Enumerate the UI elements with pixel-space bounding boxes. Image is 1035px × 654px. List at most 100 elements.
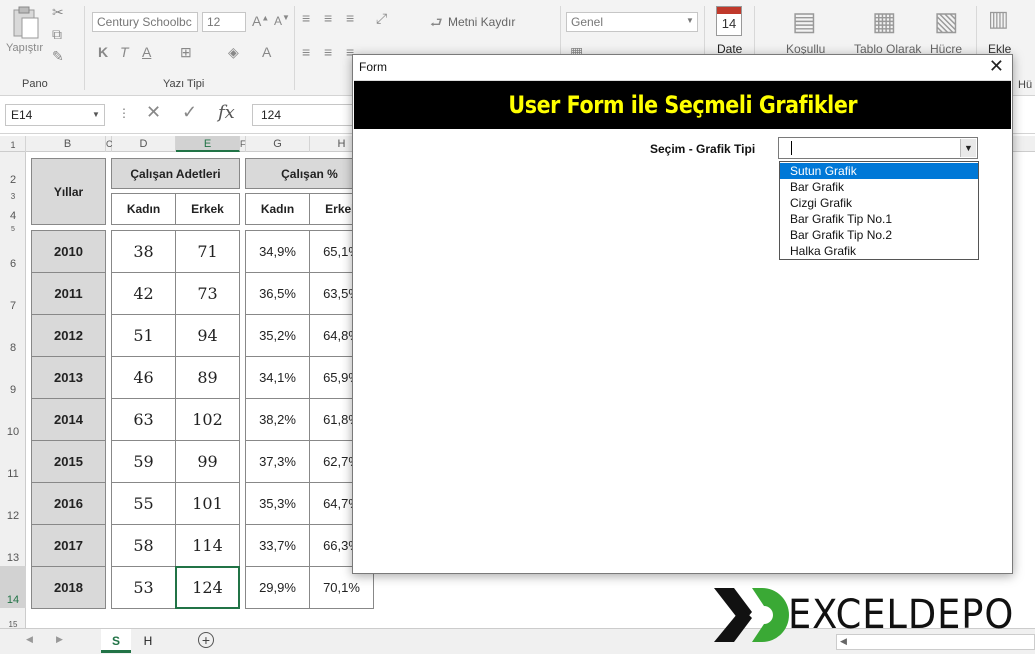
row-header[interactable]: 11	[0, 468, 26, 482]
female-pct-cell[interactable]: 29,9%	[245, 566, 310, 609]
year-cell[interactable]: 2018	[31, 566, 106, 609]
male-count-cell[interactable]: 71	[175, 230, 240, 273]
format-as-table-icon[interactable]: ▦	[872, 6, 897, 37]
female-count-cell[interactable]: 59	[111, 440, 176, 483]
female-pct-cell[interactable]: 35,3%	[245, 482, 310, 525]
number-format-chevron-icon[interactable]: ▼	[686, 16, 694, 25]
shrink-font-icon[interactable]: A▼	[274, 13, 290, 28]
grow-font-icon[interactable]: A▲	[252, 13, 269, 29]
close-icon[interactable]: ✕	[989, 56, 1004, 77]
conditional-format-icon[interactable]: ▤	[792, 6, 817, 37]
male-count-cell[interactable]: 114	[175, 524, 240, 567]
paste-icon[interactable]	[8, 6, 40, 42]
year-cell[interactable]: 2016	[31, 482, 106, 525]
dialog-titlebar[interactable]: Form ✕	[353, 55, 1012, 79]
cut-icon[interactable]: ✂	[52, 4, 64, 21]
female-count-cell[interactable]: 58	[111, 524, 176, 567]
female-pct-cell[interactable]: 35,2%	[245, 314, 310, 357]
year-cell[interactable]: 2011	[31, 272, 106, 315]
chart-type-combobox[interactable]: ▼	[778, 137, 978, 159]
align-center-icon[interactable]: ≡	[324, 44, 332, 60]
year-cell[interactable]: 2013	[31, 356, 106, 399]
male-header[interactable]: Erkek	[175, 193, 240, 225]
row-header[interactable]: 6	[0, 258, 26, 272]
row-header[interactable]: 5	[0, 226, 26, 233]
align-bottom-icon[interactable]: ≡	[346, 10, 354, 26]
male-count-cell[interactable]: 73	[175, 272, 240, 315]
row-header[interactable]: 10	[0, 426, 26, 440]
italic-icon[interactable]: T	[120, 44, 129, 60]
row-header[interactable]: 7	[0, 300, 26, 314]
male-count-cell[interactable]: 102	[175, 398, 240, 441]
female-count-cell[interactable]: 55	[111, 482, 176, 525]
row-header[interactable]: 13	[0, 552, 26, 566]
underline-icon[interactable]: A	[142, 44, 151, 60]
year-cell[interactable]: 2010	[31, 230, 106, 273]
female-pct-cell[interactable]: 33,7%	[245, 524, 310, 567]
row-header[interactable]: 14	[0, 566, 26, 608]
male-count-cell[interactable]: 99	[175, 440, 240, 483]
female-pct-cell[interactable]: 34,1%	[245, 356, 310, 399]
column-header[interactable]: E	[176, 136, 240, 152]
font-color-icon[interactable]: A	[262, 44, 271, 60]
enter-icon[interactable]: ✓	[182, 102, 197, 123]
column-header[interactable]: D	[112, 136, 176, 152]
female-pct-cell[interactable]: 37,3%	[245, 440, 310, 483]
align-left-icon[interactable]: ≡	[302, 44, 310, 60]
row-header[interactable]: 9	[0, 384, 26, 398]
bold-icon[interactable]: K	[98, 44, 108, 60]
wrap-text-icon[interactable]: ⮐	[430, 12, 443, 36]
female-count-cell[interactable]: 53	[111, 566, 176, 609]
row-header[interactable]: 3	[0, 192, 26, 201]
font-size-select[interactable]: 12	[202, 12, 246, 32]
font-name-select[interactable]: Century Schoolbc	[92, 12, 198, 32]
chart-type-option[interactable]: Cizgi Grafik	[780, 195, 978, 211]
male-count-cell[interactable]: 89	[175, 356, 240, 399]
format-painter-icon[interactable]: ✎	[52, 48, 64, 65]
row-header[interactable]: 4	[0, 210, 26, 224]
female-pct-cell[interactable]: 38,2%	[245, 398, 310, 441]
male-count-cell[interactable]: 101	[175, 482, 240, 525]
female-header[interactable]: Kadın	[111, 193, 176, 225]
dropdown-chevron-icon[interactable]: ▼	[960, 139, 976, 157]
fill-color-icon[interactable]: ◈	[228, 44, 239, 61]
insert-cells-icon[interactable]: ▥	[988, 6, 1009, 32]
chart-type-option[interactable]: Bar Grafik Tip No.1	[780, 211, 978, 227]
female-pct-header[interactable]: Kadın	[245, 193, 310, 225]
wrap-text-button[interactable]: Metni Kaydır	[448, 15, 515, 29]
paste-button[interactable]: Yapıştır	[6, 42, 43, 54]
chart-type-option[interactable]: Halka Grafik	[780, 243, 978, 259]
female-count-cell[interactable]: 42	[111, 272, 176, 315]
name-box[interactable]: E14	[5, 104, 105, 126]
chart-type-option[interactable]: Bar Grafik	[780, 179, 978, 195]
male-count-cell[interactable]: 94	[175, 314, 240, 357]
cell-styles-icon[interactable]: ▧	[934, 6, 959, 37]
row-header[interactable]: 2	[0, 174, 26, 188]
female-count-cell[interactable]: 51	[111, 314, 176, 357]
male-count-cell[interactable]: 124	[175, 566, 240, 609]
row-header[interactable]: 1	[0, 140, 26, 150]
sheet-tab-h[interactable]: H	[135, 629, 161, 653]
orientation-icon[interactable]: ⤢	[376, 10, 387, 27]
cancel-icon[interactable]: ✕	[146, 102, 161, 123]
sheet-tab-s[interactable]: S	[101, 629, 131, 653]
chart-type-option[interactable]: Sutun Grafik	[780, 163, 978, 179]
calendar-icon[interactable]: 14	[716, 6, 742, 36]
year-cell[interactable]: 2012	[31, 314, 106, 357]
year-cell[interactable]: 2014	[31, 398, 106, 441]
employee-count-header[interactable]: Çalışan Adetleri	[111, 158, 240, 189]
copy-icon[interactable]: ⧉	[52, 26, 62, 43]
year-cell[interactable]: 2017	[31, 524, 106, 567]
add-sheet-icon[interactable]: +	[198, 632, 214, 648]
column-header[interactable]: G	[246, 136, 310, 152]
row-header[interactable]: 15	[0, 620, 26, 629]
insert-function-icon[interactable]: fx	[218, 102, 235, 123]
years-header[interactable]: Yıllar	[31, 158, 106, 225]
border-icon[interactable]: ⊞	[180, 44, 192, 61]
formula-input[interactable]: 124	[252, 104, 352, 126]
column-header[interactable]: B	[30, 136, 106, 152]
number-format-select[interactable]: Genel	[566, 12, 698, 32]
chart-type-option[interactable]: Bar Grafik Tip No.2	[780, 227, 978, 243]
row-header[interactable]: 12	[0, 510, 26, 524]
female-pct-cell[interactable]: 36,5%	[245, 272, 310, 315]
